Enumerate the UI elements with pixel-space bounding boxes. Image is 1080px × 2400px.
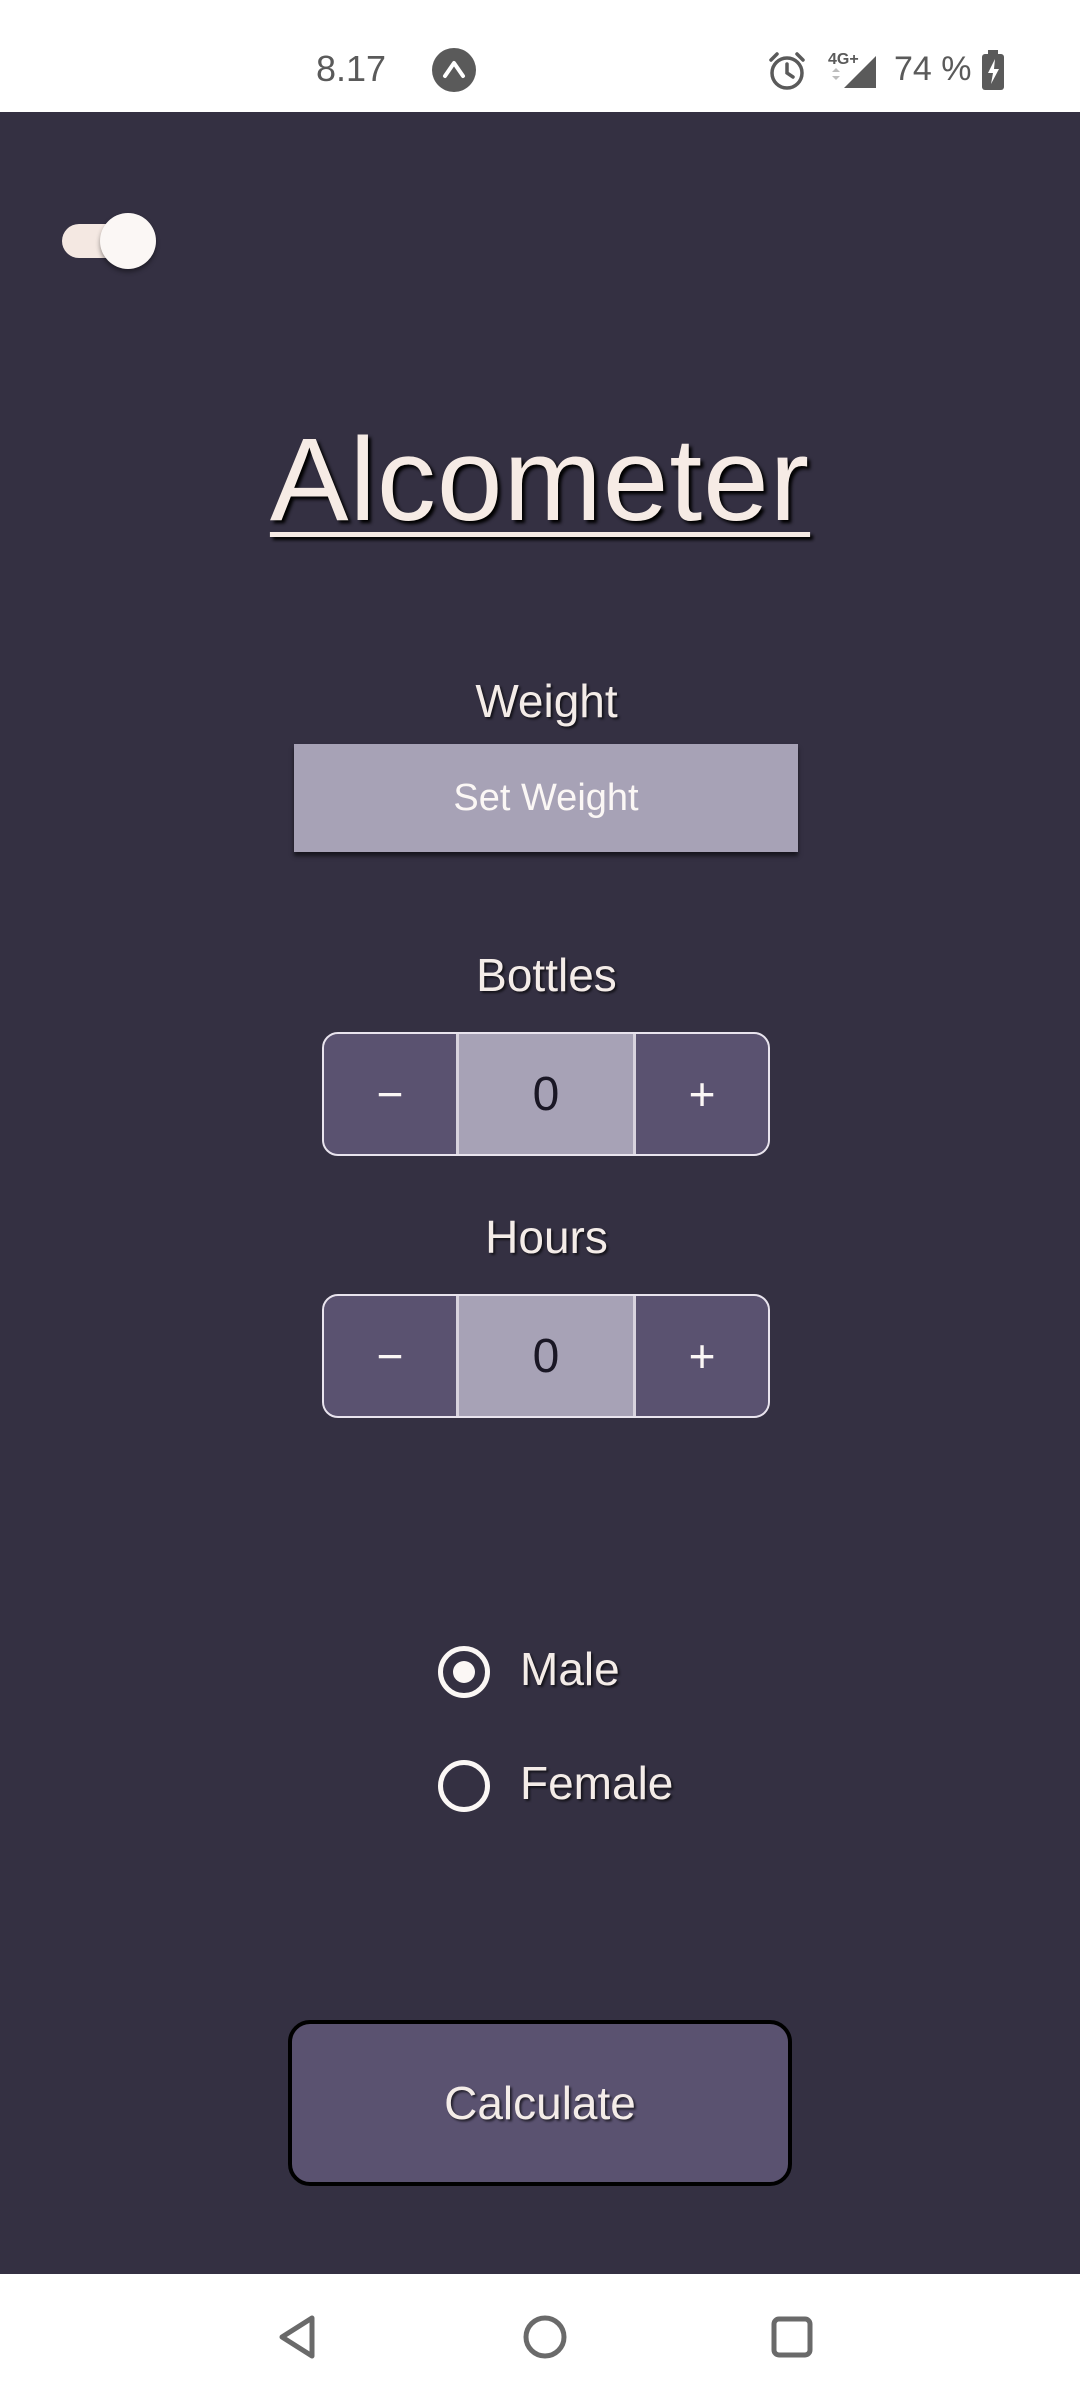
hours-decrement-button[interactable]: −	[324, 1296, 459, 1416]
signal-icon: 4G+	[824, 48, 880, 97]
theme-toggle-switch[interactable]	[60, 212, 156, 269]
set-weight-button[interactable]: Set Weight	[294, 744, 798, 852]
back-icon[interactable]	[274, 2312, 322, 2367]
home-icon[interactable]	[520, 2312, 570, 2367]
gender-radio-male[interactable]: Male	[438, 1642, 738, 1706]
gender-radio-female[interactable]: Female	[438, 1756, 738, 1820]
bottles-increment-button[interactable]: +	[633, 1034, 768, 1154]
alarm-icon	[766, 50, 808, 97]
battery-percentage: 74 %	[894, 50, 972, 88]
bottles-value: 0	[532, 1067, 560, 1121]
app-screen: Alcometer Weight Set Weight Bottles − 0 …	[0, 112, 1080, 2274]
bottles-label: Bottles	[476, 949, 617, 1001]
switch-thumb	[100, 213, 156, 269]
hours-label: Hours	[485, 1211, 608, 1263]
bottles-decrement-button[interactable]: −	[324, 1034, 459, 1154]
status-bar: 8.17 4G+ 74 %	[0, 0, 1080, 112]
female-label: Female	[520, 1757, 674, 1809]
bottles-stepper: − 0 +	[322, 1032, 770, 1156]
app-notification-icon	[432, 48, 476, 92]
system-nav-bar	[0, 2274, 1080, 2400]
radio-selected-dot	[453, 1661, 475, 1683]
radio-button-unselected[interactable]	[438, 1760, 490, 1812]
calculate-button[interactable]: Calculate	[288, 2020, 792, 2186]
weight-label: Weight	[475, 675, 618, 727]
male-label: Male	[520, 1643, 620, 1695]
hours-stepper: − 0 +	[322, 1294, 770, 1418]
recents-icon[interactable]	[768, 2312, 816, 2367]
hours-value: 0	[532, 1329, 560, 1383]
status-time: 8.17	[316, 48, 387, 89]
hours-increment-button[interactable]: +	[633, 1296, 768, 1416]
page-title: Alcometer	[269, 414, 811, 546]
radio-button-selected[interactable]	[438, 1646, 490, 1698]
network-type-label: 4G+	[828, 51, 859, 68]
battery-charging-icon	[980, 50, 1006, 97]
